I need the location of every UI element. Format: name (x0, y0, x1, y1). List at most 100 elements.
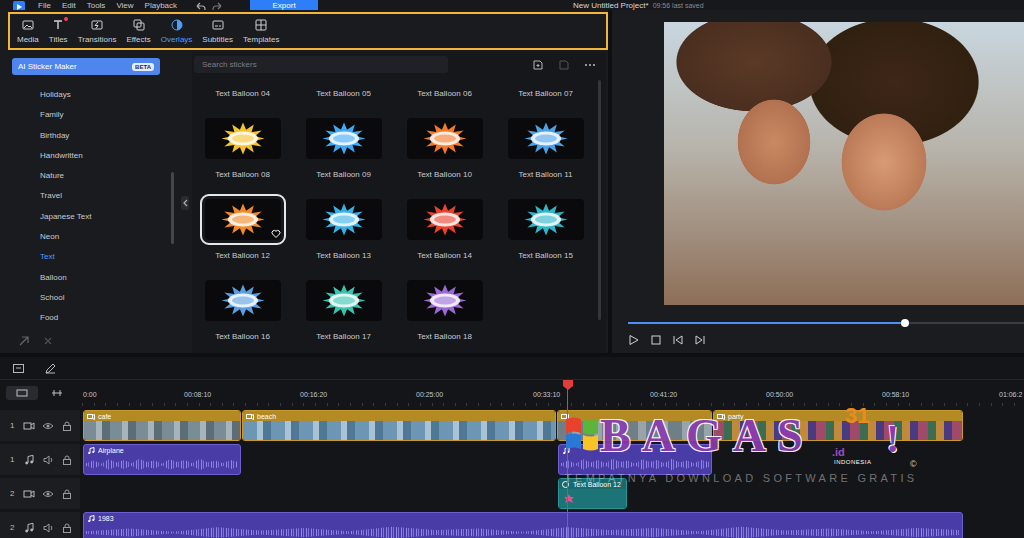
sticker-thumbnail[interactable] (306, 280, 382, 321)
search-field[interactable] (194, 56, 448, 73)
sticker-item[interactable]: Text Balloon 09 (293, 112, 394, 193)
video-clip[interactable]: beach (242, 410, 556, 441)
toolbar-tab[interactable]: Templates (238, 14, 284, 48)
toolbar-tab[interactable]: Media (12, 14, 44, 48)
audio-clip-icon (87, 515, 95, 522)
track-header[interactable]: 2 (0, 478, 80, 509)
sticker-item[interactable]: Text Balloon 11 (495, 112, 596, 193)
category-item[interactable]: Balloon (0, 268, 178, 288)
sticker-thumbnail[interactable] (205, 118, 281, 159)
track-number: 1 (10, 455, 16, 464)
sticker-item[interactable]: Text Balloon 18 (394, 274, 495, 355)
watermark-exclaim: ! (886, 419, 899, 459)
sticker-clip[interactable]: Text Balloon 12 (558, 478, 627, 509)
sticker-thumbnail[interactable] (306, 199, 382, 240)
snap-button[interactable] (42, 386, 72, 400)
sticker-item[interactable]: Text Balloon 14 (394, 193, 495, 274)
video-clip[interactable]: cafe (83, 410, 241, 441)
video-track: 2 Text Balloon 12 (0, 478, 1024, 509)
category-item[interactable]: Handwritten (0, 146, 178, 166)
sticker-item[interactable]: Text Balloon 12 (192, 193, 293, 274)
pen-icon (44, 362, 57, 375)
category-item[interactable]: Holidays (0, 85, 178, 105)
category-list: HolidaysFamilyBirthdayHandwrittenNatureT… (0, 85, 178, 329)
track-area[interactable]: 1983 (82, 512, 1024, 538)
category-item[interactable]: School (0, 288, 178, 308)
category-item[interactable]: Family (0, 105, 178, 125)
menu-item[interactable]: Tools (87, 1, 106, 10)
sticker-item[interactable]: Text Balloon 10 (394, 112, 495, 193)
export-button[interactable]: Export (250, 0, 318, 10)
audio-track: 21983 (0, 512, 1024, 538)
video-clip-icon (246, 413, 254, 420)
sticker-item[interactable]: Text Balloon 16 (192, 274, 293, 355)
sticker-thumbnail[interactable] (407, 199, 483, 240)
video-track: 1cafebeach party (0, 410, 1024, 441)
sticker-thumbnail[interactable] (407, 118, 483, 159)
lock-icon (61, 522, 73, 534)
chevron-left-icon (182, 198, 188, 208)
ruler-label: 01:06:2 (999, 390, 1022, 399)
track-header[interactable]: 2 (0, 512, 80, 538)
sticker-thumbnail[interactable] (306, 118, 382, 159)
toolbar-tab[interactable]: Transitions (73, 14, 122, 48)
project-title: New Untitled Project* (573, 1, 649, 10)
sticker-burst-icon (306, 118, 382, 159)
sticker-thumbnail[interactable] (205, 280, 281, 321)
sticker-item[interactable]: Text Balloon 13 (293, 193, 394, 274)
track-area[interactable]: cafebeach party (82, 410, 1024, 441)
playback-progress[interactable] (628, 322, 1024, 324)
toolbar-tab[interactable]: Effects (121, 14, 155, 48)
waveform (86, 526, 960, 538)
grid-scrollbar[interactable] (598, 80, 601, 320)
sticker-burst-icon (407, 199, 483, 240)
video-clip-icon (717, 413, 725, 420)
menu-item[interactable]: Playback (145, 1, 177, 10)
track-area[interactable]: Text Balloon 12 (82, 478, 1024, 509)
audio-clip[interactable] (558, 444, 712, 475)
category-item[interactable]: Nature (0, 166, 178, 186)
sticker-item[interactable]: Text Balloon 08 (192, 112, 293, 193)
track-manager-button[interactable] (6, 386, 38, 400)
category-item[interactable]: Japanese Text (0, 207, 178, 227)
sticker-thumbnail[interactable] (508, 118, 584, 159)
playhead[interactable] (567, 380, 568, 538)
track-header[interactable]: 1 (0, 444, 80, 475)
category-item[interactable]: Text (0, 247, 178, 267)
toolbar-tab[interactable]: Titles (44, 14, 73, 48)
menu-item[interactable]: View (116, 1, 133, 10)
toolbar-tab[interactable]: Subtitles (197, 14, 238, 48)
more-icon (584, 59, 596, 71)
track-header[interactable]: 1 (0, 410, 80, 441)
watermark-domain: .id (832, 447, 845, 458)
ruler-label: 00:50:00 (766, 390, 793, 399)
sticker-item[interactable]: Text Balloon 15 (495, 193, 596, 274)
ruler-label: 00:08:10 (184, 390, 211, 399)
sticker-burst-icon (407, 280, 483, 321)
audio-clip[interactable]: 1983 (83, 512, 963, 538)
category-item[interactable]: Food (0, 308, 178, 328)
video-clip[interactable] (557, 410, 712, 441)
category-item[interactable]: Travel (0, 186, 178, 206)
menu-item[interactable]: File (38, 1, 51, 10)
toolbar-tab[interactable]: Overlays (156, 14, 198, 48)
sticker-item[interactable]: Text Balloon 17 (293, 274, 394, 355)
menu-item[interactable]: Edit (62, 1, 76, 10)
sticker-thumbnail[interactable] (407, 280, 483, 321)
category-item[interactable]: Birthday (0, 126, 178, 146)
video-track-icon (23, 488, 35, 500)
templates-icon (254, 18, 268, 32)
collapse-button[interactable] (181, 196, 189, 210)
progress-handle[interactable] (901, 319, 909, 327)
audio-clip[interactable]: Airplane (83, 444, 241, 475)
sidebar-scrollbar[interactable] (171, 172, 174, 244)
ruler-label: 00:16:20 (300, 390, 327, 399)
time-ruler[interactable]: 0:0000:08:1000:16:2000:25:0000:33:1000:4… (82, 380, 1024, 406)
sticker-thumbnail[interactable] (205, 199, 281, 240)
category-item[interactable]: Neon (0, 227, 178, 247)
track-area[interactable]: Airplane (82, 444, 1024, 475)
sticker-thumbnail[interactable] (508, 199, 584, 240)
speaker-icon (42, 522, 54, 534)
video-clip[interactable]: party (713, 410, 963, 441)
ai-sticker-maker-button[interactable]: AI Sticker MakerBETA (12, 58, 160, 75)
